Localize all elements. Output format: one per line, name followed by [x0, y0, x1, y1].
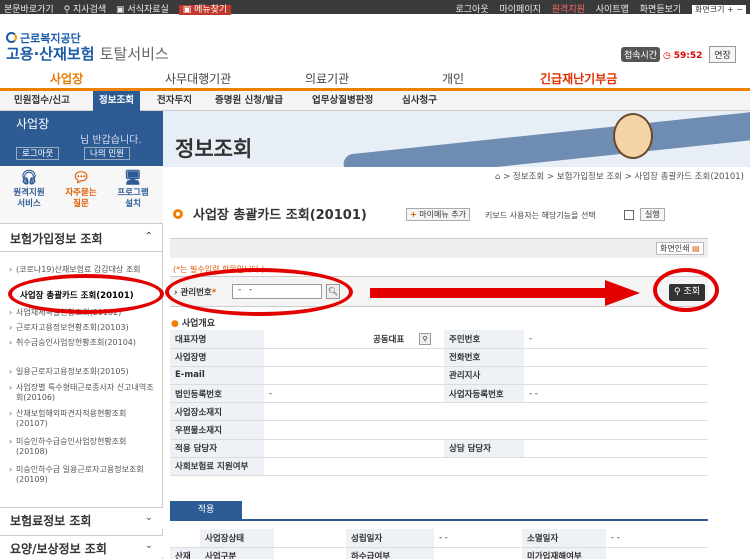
- user-type: 사업장: [16, 117, 50, 131]
- sidebar-item[interactable]: › 미승인하수급 일용근로자고용정보조회(20109): [9, 465, 156, 485]
- table-row: 사업장소재지: [170, 402, 708, 422]
- sidebar-section-premium[interactable]: 보험료정보 조회 ⌄: [0, 507, 163, 529]
- quick-program-install[interactable]: 🖥︎ 프로그램 설치: [108, 170, 158, 210]
- gnb-workplace[interactable]: 사업장: [50, 70, 83, 87]
- gnb-disaster-donation[interactable]: 긴급재난기부금: [540, 70, 617, 87]
- table-row: 사업장명 전화번호: [170, 348, 708, 367]
- subnav-disease-judgment[interactable]: 업무상질병판정: [312, 91, 373, 111]
- toolbar-strip: [170, 238, 708, 258]
- table-row: 대표자명 공동대표 ⚲ 주민번호 -: [170, 330, 708, 349]
- annotation-ellipse-mgmt: [165, 268, 353, 316]
- page-title: 사업장 총괄카드 조회(20101): [193, 208, 367, 223]
- subnav-review-claim[interactable]: 심사청구: [402, 91, 437, 111]
- session-timer: 접속시간 ◷ 59:52 연장: [621, 46, 736, 63]
- printer-icon: ▤: [692, 244, 700, 253]
- extend-session-button[interactable]: 연장: [709, 46, 736, 63]
- section-title: ● 사업개요: [171, 319, 215, 329]
- keyboard-hint: 키보드 사용자는 해당기능을 선택: [485, 211, 596, 220]
- chevron-down-icon: ⌄: [144, 540, 153, 551]
- table-row: 우편물소재지: [170, 420, 708, 440]
- tab-application[interactable]: 적용: [170, 501, 242, 519]
- table-row: 사회보험료 지원여부: [170, 457, 708, 477]
- my-petition-button[interactable]: 나의 민원: [84, 147, 130, 160]
- clock-icon: ◷: [663, 51, 671, 61]
- zoom-in-icon[interactable]: +: [727, 5, 734, 14]
- annotation-ellipse-query: [653, 268, 719, 312]
- banner-character-illustration: [613, 113, 653, 159]
- table-row: 사업장상태 성립일자 - - 소멸일자 - -: [170, 529, 708, 548]
- keyboard-checkbox[interactable]: [624, 210, 634, 220]
- sidebar-item[interactable]: › 일용근로자고용정보조회(20105): [9, 367, 156, 377]
- subnav-civil-petition[interactable]: 민원접수/신고: [14, 91, 70, 111]
- print-button[interactable]: 화면인쇄 ▤: [656, 242, 704, 255]
- chevron-down-icon: ⌄: [144, 512, 153, 523]
- site-logo[interactable]: 고용·산재보험 토탈서비스: [6, 43, 169, 64]
- session-label: 접속시간: [621, 47, 661, 62]
- table-row: 법인등록번호 - 사업자등록번호 - -: [170, 384, 708, 404]
- gnb-individual[interactable]: 개인: [442, 70, 464, 87]
- subnav-certificate[interactable]: 증명원 신청/발급: [215, 91, 283, 111]
- session-time: 59:52: [673, 51, 703, 61]
- title-bullet-icon: [173, 209, 183, 219]
- plus-icon: +: [410, 210, 417, 219]
- bullet-icon: ●: [171, 319, 179, 329]
- headset-icon: 🎧︎: [20, 170, 38, 186]
- main-navigation: 사업장 사무대행기관 의료기관 개인 긴급재난기부금: [0, 68, 750, 88]
- keyboard-run-button[interactable]: 실행: [640, 208, 665, 221]
- logo-icon: [6, 32, 17, 43]
- search-icon[interactable]: ⚲: [419, 332, 431, 345]
- quick-faq[interactable]: 💬︎ 자주묻는 질문: [56, 170, 106, 210]
- greeting: 님 반갑습니다.: [80, 135, 142, 146]
- annotation-arrow: [370, 280, 640, 306]
- application-status-table: 사업장상태 성립일자 - - 소멸일자 - - 산재 사업구분 하수급여부 미가입재…: [170, 529, 708, 559]
- tab-divider: [170, 519, 708, 521]
- sidebar-section-compensation[interactable]: 요양/보상정보 조회 ⌄: [0, 535, 163, 557]
- quick-links: 🎧︎ 원격지원 서비스 💬︎ 자주묻는 질문 🖥︎ 프로그램 설치: [0, 166, 163, 224]
- sub-navigation: 민원접수/신고 정보조회 전자두지 증명원 신청/발급 업무상질병판정 심사청구: [0, 91, 750, 111]
- table-row: E-mail 관리지사: [170, 366, 708, 386]
- chevron-up-icon: ⌃: [144, 231, 153, 242]
- breadcrumb: ⌂ > 정보조회 > 보험가입정보 조회 > 사업장 총괄카드 조회(20101…: [495, 172, 744, 182]
- subnav-electronic[interactable]: 전자두지: [157, 91, 192, 111]
- zoom-out-icon[interactable]: −: [736, 5, 743, 14]
- monitor-icon: 🖥︎: [124, 170, 142, 186]
- top-utility-bar: 본문바로가기 ⚲ 지사검색 ▣ 서식자료실 ▣ 메뉴찾기 로그아웃 마이페이지 …: [0, 0, 750, 15]
- screen-size-control[interactable]: 화면크기 + −: [692, 5, 746, 14]
- sidebar-section-header[interactable]: 보험가입정보 조회 ⌃: [0, 224, 163, 252]
- user-panel: 사업장 님 반갑습니다. 로그아웃 나의 민원: [0, 111, 163, 166]
- gnb-agency[interactable]: 사무대행기관: [165, 70, 231, 87]
- sidebar-item[interactable]: › 사업장별 특수형태근로종사자 신고내역조회(20106): [9, 383, 156, 403]
- page-banner: 정보조회: [163, 111, 750, 167]
- banner-title: 정보조회: [175, 137, 253, 161]
- sidebar-item[interactable]: › 근로자고용정보현황조회(20103): [9, 323, 156, 333]
- speech-bubble-icon: 💬︎: [72, 170, 90, 186]
- table-row: 적용 담당자 상담 담당자: [170, 439, 708, 458]
- gnb-medical[interactable]: 의료기관: [305, 70, 349, 87]
- sidebar: 사업장 님 반갑습니다. 로그아웃 나의 민원 🎧︎ 원격지원 서비스 💬︎ 자주묻…: [0, 111, 163, 559]
- sidebar-item[interactable]: › 취수금승인사업장현황조회(20104): [9, 338, 156, 348]
- table-row: 산재 사업구분 하수급여부 미가입재해여부: [170, 547, 708, 559]
- quick-remote-support[interactable]: 🎧︎ 원격지원 서비스: [4, 170, 54, 210]
- logout-button[interactable]: 로그아웃: [16, 147, 60, 160]
- sidebar-item[interactable]: › 미승인하수급승인사업장현황조회(20108): [9, 437, 156, 457]
- business-info-table: 대표자명 공동대표 ⚲ 주민번호 - 사업장명 전화번호 E-mail 관리지사 법…: [170, 330, 708, 477]
- add-mymenu-button[interactable]: + 마이메뉴 추가: [406, 208, 470, 221]
- banner-illustration: [342, 111, 750, 167]
- subnav-info-inquiry[interactable]: 정보조회: [93, 91, 140, 111]
- sidebar-item[interactable]: › 산재보험해외파견자적용현황조회(20107): [9, 409, 156, 429]
- annotation-ellipse-sidebar: [8, 274, 164, 314]
